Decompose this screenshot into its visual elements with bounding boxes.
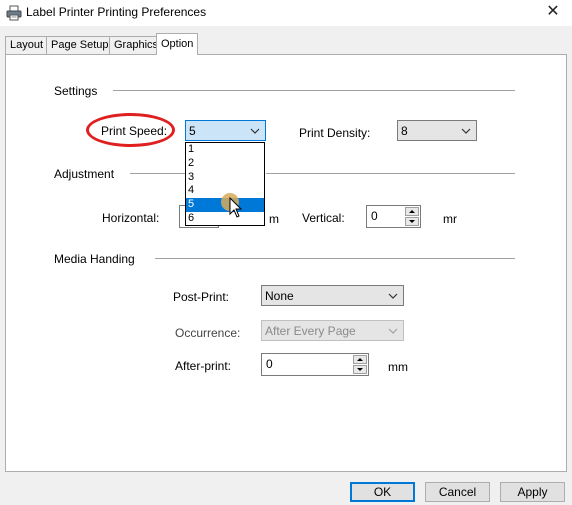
print-speed-select[interactable]: 5 bbox=[185, 120, 266, 141]
chevron-down-icon bbox=[250, 128, 260, 134]
vertical-unit: mr bbox=[443, 212, 457, 226]
adjustment-divider-right bbox=[266, 173, 515, 174]
arrow-up-icon bbox=[357, 358, 363, 361]
after-print-spin-buttons bbox=[353, 355, 367, 374]
tab-layout[interactable]: Layout bbox=[5, 36, 49, 55]
spin-down-button[interactable] bbox=[405, 217, 419, 226]
post-print-value: None bbox=[265, 289, 294, 303]
annotation-circle bbox=[86, 113, 175, 147]
after-print-unit: mm bbox=[388, 360, 408, 374]
settings-group-label: Settings bbox=[54, 84, 98, 98]
after-print-spinner[interactable]: 0 bbox=[261, 353, 369, 376]
vertical-label: Vertical: bbox=[302, 211, 345, 225]
print-density-select[interactable]: 8 bbox=[397, 120, 477, 141]
post-print-label: Post-Print: bbox=[173, 290, 230, 304]
after-print-label: After-print: bbox=[175, 359, 232, 373]
cancel-button[interactable]: Cancel bbox=[425, 482, 490, 502]
tab-graphics[interactable]: Graphics bbox=[109, 36, 164, 55]
print-speed-dropdown-list: 1 2 3 4 5 6 bbox=[185, 142, 265, 226]
ok-button[interactable]: OK bbox=[350, 482, 415, 502]
window-title: Label Printer Printing Preferences bbox=[26, 5, 207, 19]
dropdown-option[interactable]: 3 bbox=[186, 171, 264, 185]
arrow-up-icon bbox=[409, 210, 415, 213]
print-speed-value: 5 bbox=[189, 124, 196, 138]
post-print-select[interactable]: None bbox=[261, 285, 404, 306]
spin-up-button[interactable] bbox=[353, 355, 367, 364]
print-density-value: 8 bbox=[401, 124, 408, 138]
printer-icon bbox=[6, 5, 22, 21]
mouse-cursor-icon bbox=[229, 197, 243, 218]
title-bar: Label Printer Printing Preferences ✕ bbox=[0, 0, 572, 26]
media-group-label: Media Handing bbox=[54, 252, 135, 266]
dropdown-option[interactable]: 2 bbox=[186, 157, 264, 171]
chevron-down-icon bbox=[388, 328, 398, 334]
settings-divider bbox=[113, 90, 515, 91]
horizontal-label: Horizontal: bbox=[102, 211, 160, 225]
arrow-down-icon bbox=[357, 368, 363, 371]
close-button[interactable]: ✕ bbox=[538, 0, 568, 24]
arrow-down-icon bbox=[409, 220, 415, 223]
close-icon: ✕ bbox=[546, 3, 560, 20]
printing-preferences-window: Label Printer Printing Preferences ✕ Lay… bbox=[0, 0, 572, 505]
horizontal-unit: m bbox=[269, 212, 279, 226]
chevron-down-icon bbox=[461, 128, 471, 134]
apply-button[interactable]: Apply bbox=[500, 482, 565, 502]
after-print-value: 0 bbox=[266, 357, 273, 371]
dropdown-option[interactable]: 6 bbox=[186, 212, 264, 226]
spin-up-button[interactable] bbox=[405, 207, 419, 216]
occurrence-label: Occurrence: bbox=[175, 326, 241, 340]
adjustment-group-label: Adjustment bbox=[54, 167, 115, 181]
vertical-spin-buttons bbox=[405, 207, 419, 226]
chevron-down-icon bbox=[388, 293, 398, 299]
occurrence-select[interactable]: After Every Page bbox=[261, 320, 404, 341]
occurrence-value: After Every Page bbox=[265, 324, 356, 338]
tab-page-setup[interactable]: Page Setup bbox=[46, 36, 114, 55]
vertical-value: 0 bbox=[371, 209, 378, 223]
print-density-label: Print Density: bbox=[299, 126, 371, 140]
tab-option[interactable]: Option bbox=[156, 33, 199, 55]
adjustment-divider-left bbox=[130, 173, 185, 174]
spin-down-button[interactable] bbox=[353, 365, 367, 374]
media-divider bbox=[155, 258, 515, 259]
vertical-spinner[interactable]: 0 bbox=[366, 205, 421, 228]
dropdown-option[interactable]: 1 bbox=[186, 143, 264, 157]
